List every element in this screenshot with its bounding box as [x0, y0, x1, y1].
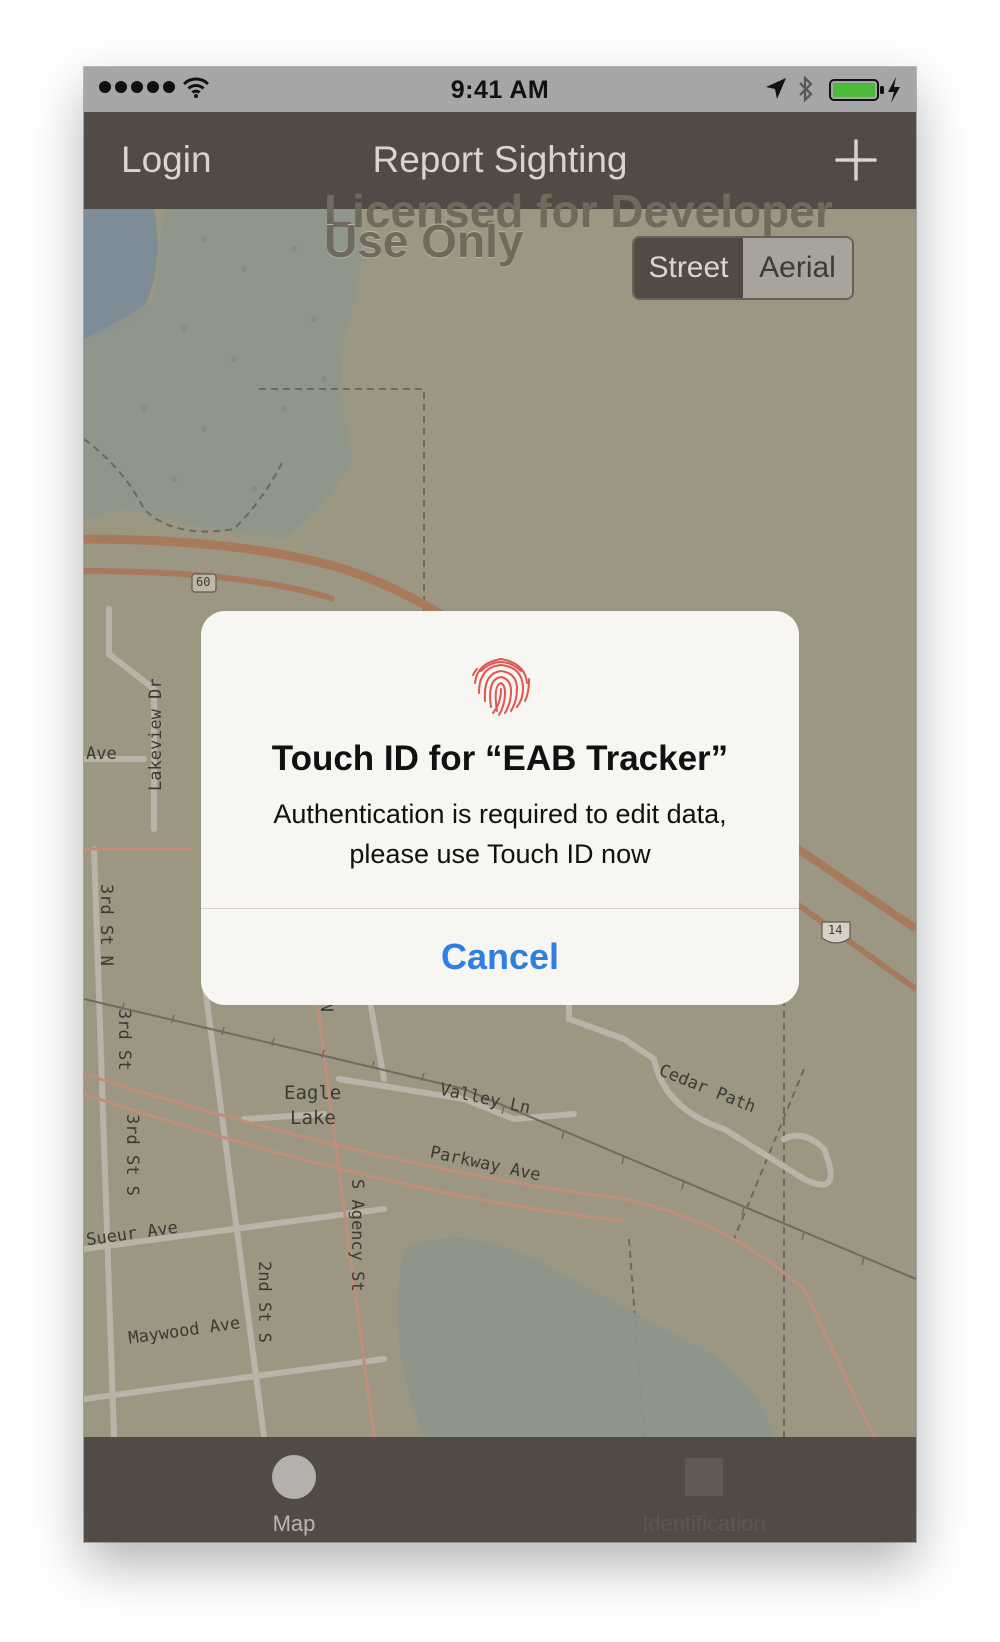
highway-shield-14: 14 — [828, 923, 843, 937]
basemap-toggle: Street Aerial — [632, 236, 854, 300]
identification-square-icon — [685, 1458, 723, 1496]
tab-identification-label: Identification — [642, 1511, 766, 1536]
phone-screen: 9:41 AM Login Report Sighting Licensed f… — [84, 67, 916, 1542]
map-label-3rd-st-n: 3rd St N — [96, 884, 116, 966]
location-arrow-icon — [766, 78, 786, 99]
touch-id-dialog: Touch ID for “EAB Tracker” Authenticatio… — [201, 611, 799, 1005]
map-label-3rd-st: 3rd St — [114, 1009, 134, 1071]
map-label-ave: Ave — [86, 744, 117, 764]
bluetooth-icon — [799, 75, 813, 103]
plus-icon[interactable] — [834, 138, 878, 182]
street-segment[interactable]: Street — [634, 238, 743, 298]
map-label-eagle: Eagle — [284, 1082, 342, 1104]
fingerprint-icon — [472, 657, 530, 716]
cancel-button[interactable]: Cancel — [201, 909, 799, 1005]
map-circle-icon — [272, 1455, 316, 1499]
status-bar: 9:41 AM — [84, 67, 916, 112]
tab-map-label: Map — [272, 1511, 316, 1536]
tab-map[interactable]: Map — [184, 1437, 404, 1542]
map-label-s-agency-st: S Agency St — [347, 1179, 367, 1292]
clock: 9:41 AM — [450, 76, 550, 104]
highway-shield-60: 60 — [196, 575, 211, 589]
map-label-3rd-st-s: 3rd St S — [122, 1114, 142, 1196]
aerial-segment[interactable]: Aerial — [743, 238, 852, 298]
tab-identification[interactable]: Identification — [564, 1437, 844, 1542]
dialog-message: Authentication is required to edit data,… — [231, 794, 769, 874]
dialog-message-line-2: please use Touch ID now — [349, 839, 651, 869]
dialog-message-line-1: Authentication is required to edit data, — [273, 799, 727, 829]
tab-bar: Map Identification — [84, 1437, 916, 1542]
battery-icon — [829, 79, 884, 101]
map-label-2nd-st-s: 2nd St S — [254, 1261, 274, 1343]
dialog-title: Touch ID for “EAB Tracker” — [271, 739, 729, 778]
map-label-lakeview-dr: Lakeview Dr — [146, 678, 166, 791]
charging-icon — [888, 77, 900, 103]
watermark: Use Only — [324, 215, 524, 267]
map-label-lake: Lake — [290, 1107, 336, 1129]
page-title: Report Sighting — [372, 139, 628, 180]
